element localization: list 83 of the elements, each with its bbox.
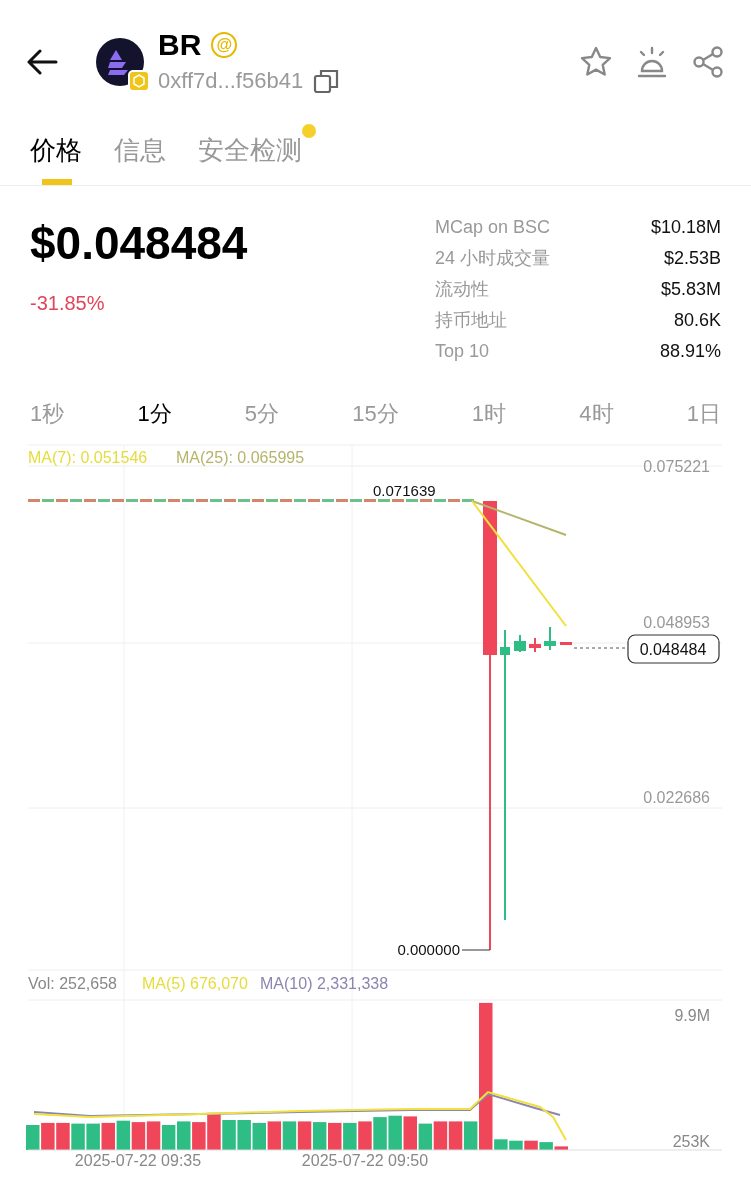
volume-bar bbox=[267, 1121, 282, 1150]
stat-label: Top 10 bbox=[435, 340, 490, 363]
interval-tab[interactable]: 1秒 bbox=[30, 396, 65, 430]
stat-label: 流动性 bbox=[435, 278, 489, 301]
volume-bar bbox=[146, 1121, 161, 1150]
stat-label: 24 小时成交量 bbox=[435, 247, 551, 270]
copy-icon[interactable] bbox=[313, 68, 340, 94]
share-icon[interactable] bbox=[691, 45, 725, 79]
stat-value: 88.91% bbox=[659, 340, 721, 363]
ma7-legend: MA(7): 0.051546 bbox=[28, 449, 148, 466]
high-price-label: 0.071639 bbox=[373, 482, 436, 499]
volume-bar bbox=[192, 1122, 206, 1150]
token-name: BR bbox=[158, 30, 202, 60]
tab[interactable]: 安全检测 bbox=[198, 134, 302, 167]
candle bbox=[529, 637, 541, 653]
volume-bar bbox=[297, 1121, 312, 1150]
interval-tab[interactable]: 1分 bbox=[137, 396, 172, 430]
tag-badge: @ bbox=[211, 32, 238, 58]
tab[interactable]: 信息 bbox=[114, 134, 166, 167]
interval-tab[interactable]: 4时 bbox=[579, 396, 614, 430]
volume-bar bbox=[116, 1120, 131, 1150]
candle bbox=[514, 634, 526, 653]
volume-bar bbox=[207, 1112, 221, 1150]
volume-legend: Vol: 252,658 bbox=[28, 975, 117, 992]
stat-value: $10.18M bbox=[650, 216, 721, 239]
tab[interactable]: 价格 bbox=[30, 134, 82, 167]
volume-bar bbox=[222, 1120, 236, 1150]
volume-bar bbox=[86, 1123, 100, 1150]
volume-bar bbox=[343, 1122, 357, 1150]
volume-bar bbox=[418, 1123, 433, 1150]
volume-bar bbox=[358, 1121, 372, 1150]
contract-address: 0xff7d...f56b41 bbox=[158, 70, 304, 92]
volume-bar bbox=[524, 1140, 538, 1150]
axis-label: 0.075221 bbox=[643, 458, 710, 475]
leader-line bbox=[461, 949, 491, 951]
time-label: 2025-07-22 09:50 bbox=[301, 1152, 429, 1169]
volume-bar bbox=[373, 1117, 387, 1150]
interval-tab[interactable]: 15分 bbox=[352, 396, 399, 430]
tab-indicator bbox=[42, 179, 72, 185]
stat-label: 持币地址 bbox=[435, 309, 507, 332]
alarm-icon[interactable] bbox=[635, 45, 669, 79]
back-icon[interactable] bbox=[26, 49, 58, 75]
ma25-legend: MA(25): 0.065995 bbox=[176, 449, 305, 466]
volume-bar bbox=[26, 1125, 40, 1150]
axis-label: 9.9M bbox=[674, 1007, 710, 1024]
current-price-label: 0.048484 bbox=[639, 641, 707, 658]
price-guide-line bbox=[573, 647, 627, 649]
axis-label: 253K bbox=[672, 1133, 710, 1150]
price-value: $0.048484 bbox=[30, 220, 248, 266]
volume-bar bbox=[448, 1121, 463, 1150]
candle bbox=[560, 642, 572, 645]
axis-label: 0.048953 bbox=[643, 614, 710, 631]
volume-bar bbox=[56, 1122, 70, 1150]
axis-label: 0.022686 bbox=[643, 789, 710, 806]
stat-value: $5.83M bbox=[660, 278, 721, 301]
ma10-legend: MA(10) 2,331,338 bbox=[260, 975, 389, 992]
stat-value: 80.6K bbox=[673, 309, 721, 332]
low-price-label: 0.000000 bbox=[397, 941, 460, 958]
interval-tab[interactable]: 1时 bbox=[471, 396, 507, 430]
price-change: -31.85% bbox=[30, 291, 106, 316]
volume-bar bbox=[237, 1120, 251, 1150]
stat-label: MCap on BSC bbox=[435, 216, 551, 239]
interval-tab[interactable]: 1日 bbox=[686, 396, 721, 430]
stat-value: $2.53B bbox=[663, 247, 721, 270]
volume-bar bbox=[252, 1122, 266, 1150]
volume-bar bbox=[282, 1121, 297, 1150]
ma5-legend: MA(5) 676,070 bbox=[142, 975, 248, 992]
volume-bar bbox=[101, 1122, 115, 1150]
star-icon[interactable] bbox=[579, 45, 613, 79]
volume-bar bbox=[41, 1122, 55, 1150]
volume-bar bbox=[403, 1116, 417, 1150]
time-label: 2025-07-22 09:35 bbox=[74, 1152, 202, 1169]
volume-bar bbox=[509, 1140, 523, 1150]
volume-bar bbox=[161, 1125, 176, 1150]
volume-bar bbox=[71, 1123, 85, 1150]
volume-bar bbox=[388, 1115, 402, 1150]
interval-tab[interactable]: 5分 bbox=[244, 396, 280, 430]
volume-bar bbox=[131, 1122, 146, 1150]
volume-bar bbox=[312, 1122, 327, 1150]
volume-bar bbox=[328, 1122, 342, 1150]
candle bbox=[544, 626, 556, 651]
volume-bar bbox=[433, 1121, 448, 1150]
volume-bar bbox=[177, 1121, 191, 1150]
